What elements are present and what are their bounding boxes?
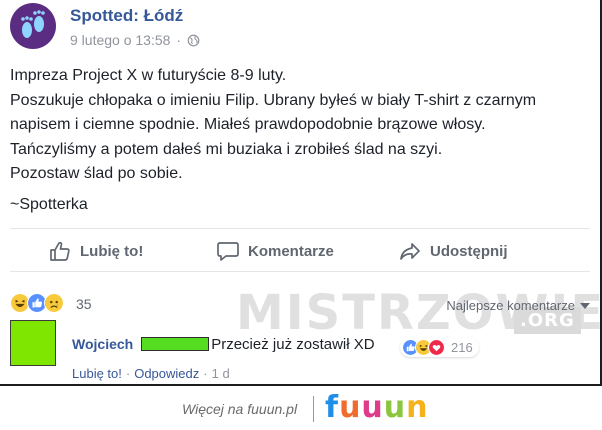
logo-letter: n (406, 390, 429, 425)
reaction-count[interactable]: 35 (76, 296, 92, 312)
post-body: Impreza Project X w futuryście 8-9 luty.… (10, 64, 590, 217)
comment-button[interactable]: Komentarze (216, 229, 334, 273)
post-line: Tańczyliśmy a potem dałeś mi buziaka i z… (10, 140, 443, 158)
globe-icon (187, 34, 200, 46)
reactions-summary: 35 Najlepsze komentarze (10, 292, 590, 316)
logo-letter: u (339, 390, 362, 425)
comment-author-avatar[interactable] (10, 320, 56, 366)
post-line: napisem i ciemne spodnie. Miałeś prawdop… (10, 116, 486, 133)
sort-label: Najlepsze komentarze (446, 298, 575, 313)
speech-bubble-icon (217, 242, 239, 261)
post-line: Impreza Project X w futuryście 8-9 luty. (10, 67, 287, 84)
post-header: Spotted: Łódź 9 lutego o 13:58 · (10, 3, 570, 51)
comment-actions: Lubię to! · Odpowiedz · 1 d (72, 366, 230, 381)
meta-separator: · (176, 32, 182, 48)
footer-bar: Więcej na fuuun.pl fuuun (0, 388, 602, 430)
share-arrow-icon (400, 243, 420, 260)
post-signature: ~Spotterka (10, 195, 88, 213)
post-line: Poszukuje chłopaka o imieniu Filip. Ubra… (10, 91, 537, 109)
comment-reaction-count: 216 (451, 340, 473, 355)
page-name-link[interactable]: Spotted: Łódź (70, 6, 183, 26)
page-avatar[interactable] (10, 3, 56, 49)
comment-actions-separator: · (125, 366, 131, 381)
comment-sort-dropdown[interactable]: Najlepsze komentarze (446, 298, 590, 313)
logo-letter: u (361, 390, 384, 425)
thumbs-up-icon (50, 241, 70, 261)
love-icon (428, 339, 445, 356)
post-meta: 9 lutego o 13:58 · (70, 32, 200, 48)
post-actions-bar: Lubię to! Komentarze Udostępnij (10, 228, 590, 272)
post-line: Pozostaw ślad po sobie. (10, 165, 183, 182)
post-card: Spotted: Łódź 9 lutego o 13:58 · Impreza… (0, 0, 602, 386)
comment-button-label: Komentarze (248, 242, 334, 260)
like-button[interactable]: Lubię to! (48, 229, 143, 273)
comment-reply-link[interactable]: Odpowiedz (134, 366, 199, 381)
redacted-surname (141, 337, 210, 351)
sad-icon (44, 293, 64, 313)
post-timestamp[interactable]: 9 lutego o 13:58 (70, 32, 170, 48)
chevron-down-icon (580, 302, 590, 309)
comment-author-name[interactable]: Wojciech (72, 336, 133, 352)
comment-like-link[interactable]: Lubię to! (72, 366, 122, 381)
reaction-icons[interactable] (10, 293, 64, 313)
comment-reactions[interactable]: 216 (400, 338, 479, 357)
footer-text[interactable]: Więcej na fuuun.pl (182, 401, 297, 417)
logo-letter: f (325, 390, 340, 425)
share-button[interactable]: Udostępnij (398, 229, 508, 273)
footer-divider (313, 396, 314, 422)
logo-letter: u (383, 390, 407, 425)
like-button-label: Lubię to! (80, 242, 144, 260)
footprints-icon (21, 10, 45, 38)
comment-actions-separator: · (203, 366, 208, 381)
fuuun-logo[interactable]: fuuun (325, 390, 429, 425)
comment-text: Przecież już zostawił XD (211, 335, 375, 353)
comment-time[interactable]: 1 d (212, 366, 230, 381)
comment-bubble: Wojciech Przecież już zostawił XD (64, 327, 375, 361)
share-button-label: Udostępnij (430, 242, 508, 260)
